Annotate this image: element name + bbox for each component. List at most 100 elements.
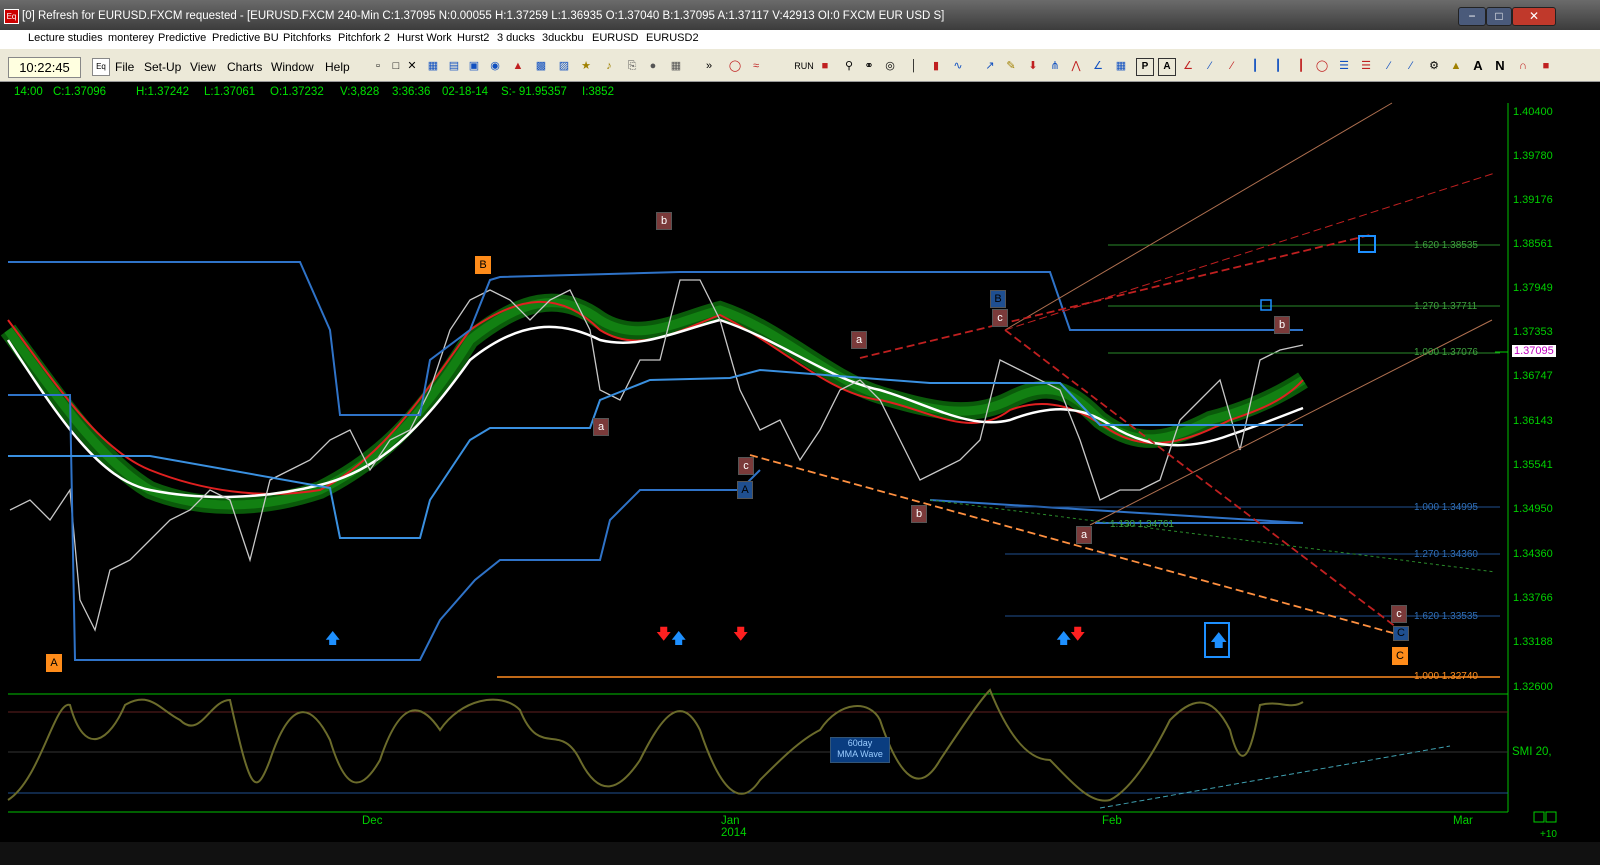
pitchfork-icon[interactable]: ⋔ — [1047, 58, 1063, 74]
fibonacci-icon[interactable]: ⋀ — [1068, 58, 1084, 74]
text-tool2-icon[interactable]: N — [1492, 58, 1508, 74]
menu-help[interactable]: Help — [325, 60, 350, 74]
hlines-icon[interactable]: ☰ — [1336, 58, 1352, 74]
price-axis-label: 1.37949 — [1513, 282, 1553, 294]
minimize-chart-icon[interactable]: ▫ — [370, 58, 386, 74]
corner-box-icon[interactable] — [1533, 811, 1545, 823]
up-arrow-icon: 🡅 — [325, 629, 340, 647]
eraser-icon[interactable]: ■ — [1538, 58, 1554, 74]
diag-line-icon[interactable]: ∕ — [1381, 58, 1397, 74]
options-icon[interactable]: ◉ — [487, 58, 503, 74]
trendline-icon[interactable]: ↗ — [982, 58, 998, 74]
down-arrow-icon: 🡇 — [1070, 625, 1085, 643]
menu-charts[interactable]: Charts — [227, 60, 262, 74]
triangle-icon[interactable]: ▲ — [1448, 58, 1464, 74]
tab-predictive[interactable]: Predictive — [158, 32, 206, 44]
tab-predictive-bu[interactable]: Predictive BU — [212, 32, 279, 44]
spreadsheet-icon[interactable]: ▦ — [668, 58, 684, 74]
settings-icon[interactable]: ⚙ — [1426, 58, 1442, 74]
quote-icon[interactable]: ▣ — [466, 58, 482, 74]
minimize-button[interactable]: − — [1458, 7, 1486, 26]
fib-label: 1.000 1.34995 — [1414, 502, 1478, 513]
tab-hurst2[interactable]: Hurst2 — [457, 32, 489, 44]
tab-lecture-studies[interactable]: Lecture studies — [28, 32, 103, 44]
vertical-line-icon[interactable]: │ — [906, 58, 922, 74]
app-menu-icon[interactable]: Eq — [92, 58, 110, 76]
tile-chart-icon[interactable]: □ — [388, 58, 404, 74]
channel-icon[interactable]: ⁄ — [1202, 58, 1218, 74]
hlines2-icon[interactable]: ☰ — [1358, 58, 1374, 74]
magnet-icon[interactable]: ∩ — [1515, 58, 1531, 74]
indicator-title: 60day MMA Wave — [830, 737, 890, 763]
dashed-red-a — [859, 234, 1371, 359]
waves-icon[interactable]: ≈ — [748, 58, 764, 74]
wave-label-a3: a — [1076, 526, 1092, 544]
circle-tool-icon[interactable]: ◯ — [1314, 58, 1330, 74]
line-chart-icon[interactable]: ∿ — [950, 58, 966, 74]
down-arrow-tool-icon[interactable]: ⬇ — [1025, 58, 1041, 74]
text-tool-icon[interactable]: A — [1470, 58, 1486, 74]
cycle-lines-icon[interactable]: ┃ — [1247, 58, 1263, 74]
sound-icon[interactable]: ♪ — [601, 58, 617, 74]
price-chart[interactable]: 🡅 🡇 🡅 🡇 🡅 🡇 🡅 — [0, 100, 1600, 845]
camera-icon[interactable]: ● — [645, 58, 661, 74]
close-button[interactable]: ✕ — [1512, 7, 1556, 26]
lock-icon[interactable]: ⚲ — [841, 58, 857, 74]
news-icon[interactable]: ▨ — [556, 58, 572, 74]
split-icon[interactable]: ■ — [817, 58, 833, 74]
down-arrow-icon: 🡇 — [656, 625, 671, 643]
histogram-icon[interactable]: ▩ — [533, 58, 549, 74]
scanner-icon[interactable]: ▲ — [510, 58, 526, 74]
tab-monterey[interactable]: monterey — [108, 32, 154, 44]
p-tool-icon[interactable]: P — [1136, 58, 1154, 76]
angle-icon[interactable]: ∠ — [1180, 58, 1196, 74]
print-icon[interactable]: ⎘ — [624, 58, 640, 74]
target-icon[interactable]: ◎ — [882, 58, 898, 74]
corner-box-icon-2[interactable] — [1545, 811, 1557, 823]
tab-pitchfork-2[interactable]: Pitchfork 2 — [338, 32, 390, 44]
new-chart-icon[interactable]: ▦ — [425, 58, 441, 74]
grid-icon[interactable]: ▦ — [1113, 58, 1129, 74]
cycle-lines2-icon[interactable]: ┃ — [1270, 58, 1286, 74]
tab-3-ducks[interactable]: 3 ducks — [497, 32, 535, 44]
link-icon[interactable]: ⚭ — [861, 58, 877, 74]
candle-icon[interactable]: ▮ — [928, 58, 944, 74]
tab-pitchforks[interactable]: Pitchforks — [283, 32, 331, 44]
diag-line2-icon[interactable]: ∕ — [1403, 58, 1419, 74]
restore-button[interactable]: □ — [1486, 7, 1512, 26]
wave-label-A-blue: A — [737, 481, 753, 499]
clock-display: 10:22:45 — [8, 57, 81, 78]
close-chart-icon[interactable]: ✕ — [404, 58, 420, 74]
cycle-icon[interactable]: ◯ — [727, 58, 743, 74]
zoom-plus-ten[interactable]: +10 — [1540, 829, 1557, 840]
tab-hurst-work[interactable]: Hurst Work — [397, 32, 452, 44]
wave-label-c1: c — [738, 457, 754, 475]
menu-view[interactable]: View — [190, 60, 216, 74]
fib-label: 1.130 1.34761 — [1110, 519, 1174, 530]
bar-chart-icon[interactable]: ▤ — [446, 58, 462, 74]
wave-label-A: A — [46, 654, 62, 672]
status-time: 14:00 — [14, 86, 43, 98]
fan-icon[interactable]: ∠ — [1090, 58, 1106, 74]
tab-eurusd[interactable]: EURUSD — [592, 32, 638, 44]
more-tools-icon[interactable]: » — [701, 58, 717, 74]
a-tool-icon[interactable]: A — [1158, 58, 1176, 76]
price-axis-label: 1.33188 — [1513, 636, 1553, 648]
fib-label: 1.000 1.32740 — [1414, 671, 1478, 682]
channel2-icon[interactable]: ⁄ — [1224, 58, 1240, 74]
menu-setup[interactable]: Set-Up — [144, 60, 181, 74]
tab-eurusd2[interactable]: EURUSD2 — [646, 32, 699, 44]
taskbar — [0, 842, 1600, 865]
dashed-orange-line — [749, 454, 1401, 636]
tab-3duckbu[interactable]: 3duckbu — [542, 32, 584, 44]
status-close: C:1.37096 — [53, 86, 107, 98]
run-button[interactable]: RUN — [793, 58, 815, 74]
menu-file[interactable]: File — [115, 60, 134, 74]
mma-ribbon — [0, 293, 1308, 514]
date-label-year: 2014 — [721, 827, 747, 839]
pencil-icon[interactable]: ✎ — [1003, 58, 1019, 74]
cycle-lines3-icon[interactable]: ┃ — [1293, 58, 1309, 74]
alert-icon[interactable]: ★ — [578, 58, 594, 74]
status-i: I:3852 — [582, 86, 614, 98]
menu-window[interactable]: Window — [271, 60, 314, 74]
